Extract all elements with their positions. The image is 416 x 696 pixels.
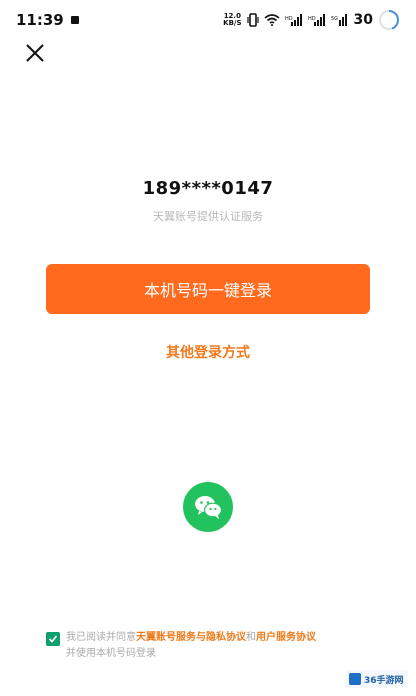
status-right: 12.0 KB/S HD HD 5G 30 — [223, 9, 400, 31]
watermark-text: 36手游网 — [364, 675, 404, 686]
vibrate-icon — [246, 13, 259, 27]
agreement-row: 我已阅读并同意天翼账号服务与隐私协议和用户服务协议 并使用本机号码登录 — [46, 630, 376, 662]
close-icon[interactable] — [24, 42, 46, 64]
agreement-text: 我已阅读并同意天翼账号服务与隐私协议和用户服务协议 并使用本机号码登录 — [66, 630, 316, 662]
status-left: 11:39 — [16, 11, 80, 29]
masked-phone-number: 189****0147 — [142, 178, 274, 199]
status-time: 11:39 — [16, 11, 64, 29]
wechat-icon — [195, 496, 223, 519]
svg-text:HD: HD — [285, 16, 293, 22]
one-click-login-button[interactable]: 本机号码一键登录 — [46, 264, 370, 314]
signal-hd-icon: HD — [308, 14, 325, 26]
wechat-login-button[interactable] — [183, 482, 233, 532]
check-icon — [48, 635, 58, 643]
sim-card-icon — [70, 16, 79, 24]
auth-provider-text: 天翼账号提供认证服务 — [153, 210, 263, 223]
tianyi-privacy-agreement-link[interactable]: 天翼账号服务与隐私协议 — [136, 632, 246, 643]
agreement-prefix: 我已阅读并同意 — [66, 632, 136, 643]
signal-hd-icon: HD — [285, 14, 302, 26]
network-speed: 12.0 KB/S — [223, 13, 241, 27]
svg-text:HD: HD — [308, 16, 316, 22]
close-button[interactable] — [20, 38, 50, 68]
status-bar: 11:39 12.0 KB/S HD HD 5G 30 — [0, 0, 416, 40]
battery-ring-icon — [379, 10, 400, 30]
agreement-checkbox[interactable] — [46, 632, 60, 646]
signal-5g-icon: 5G — [331, 14, 347, 26]
agreement-suffix: 并使用本机号码登录 — [66, 648, 156, 659]
user-service-agreement-link[interactable]: 用户服务协议 — [256, 632, 316, 643]
wifi-icon — [263, 14, 280, 26]
site-watermark: 36手游网 — [346, 670, 408, 688]
other-login-methods-link[interactable]: 其他登录方式 — [0, 342, 416, 362]
svg-text:5G: 5G — [331, 16, 338, 22]
battery-level: 30 — [353, 12, 373, 28]
agreement-middle: 和 — [246, 632, 256, 643]
network-speed-unit: KB/S — [223, 19, 242, 27]
watermark-logo-icon — [349, 673, 361, 685]
